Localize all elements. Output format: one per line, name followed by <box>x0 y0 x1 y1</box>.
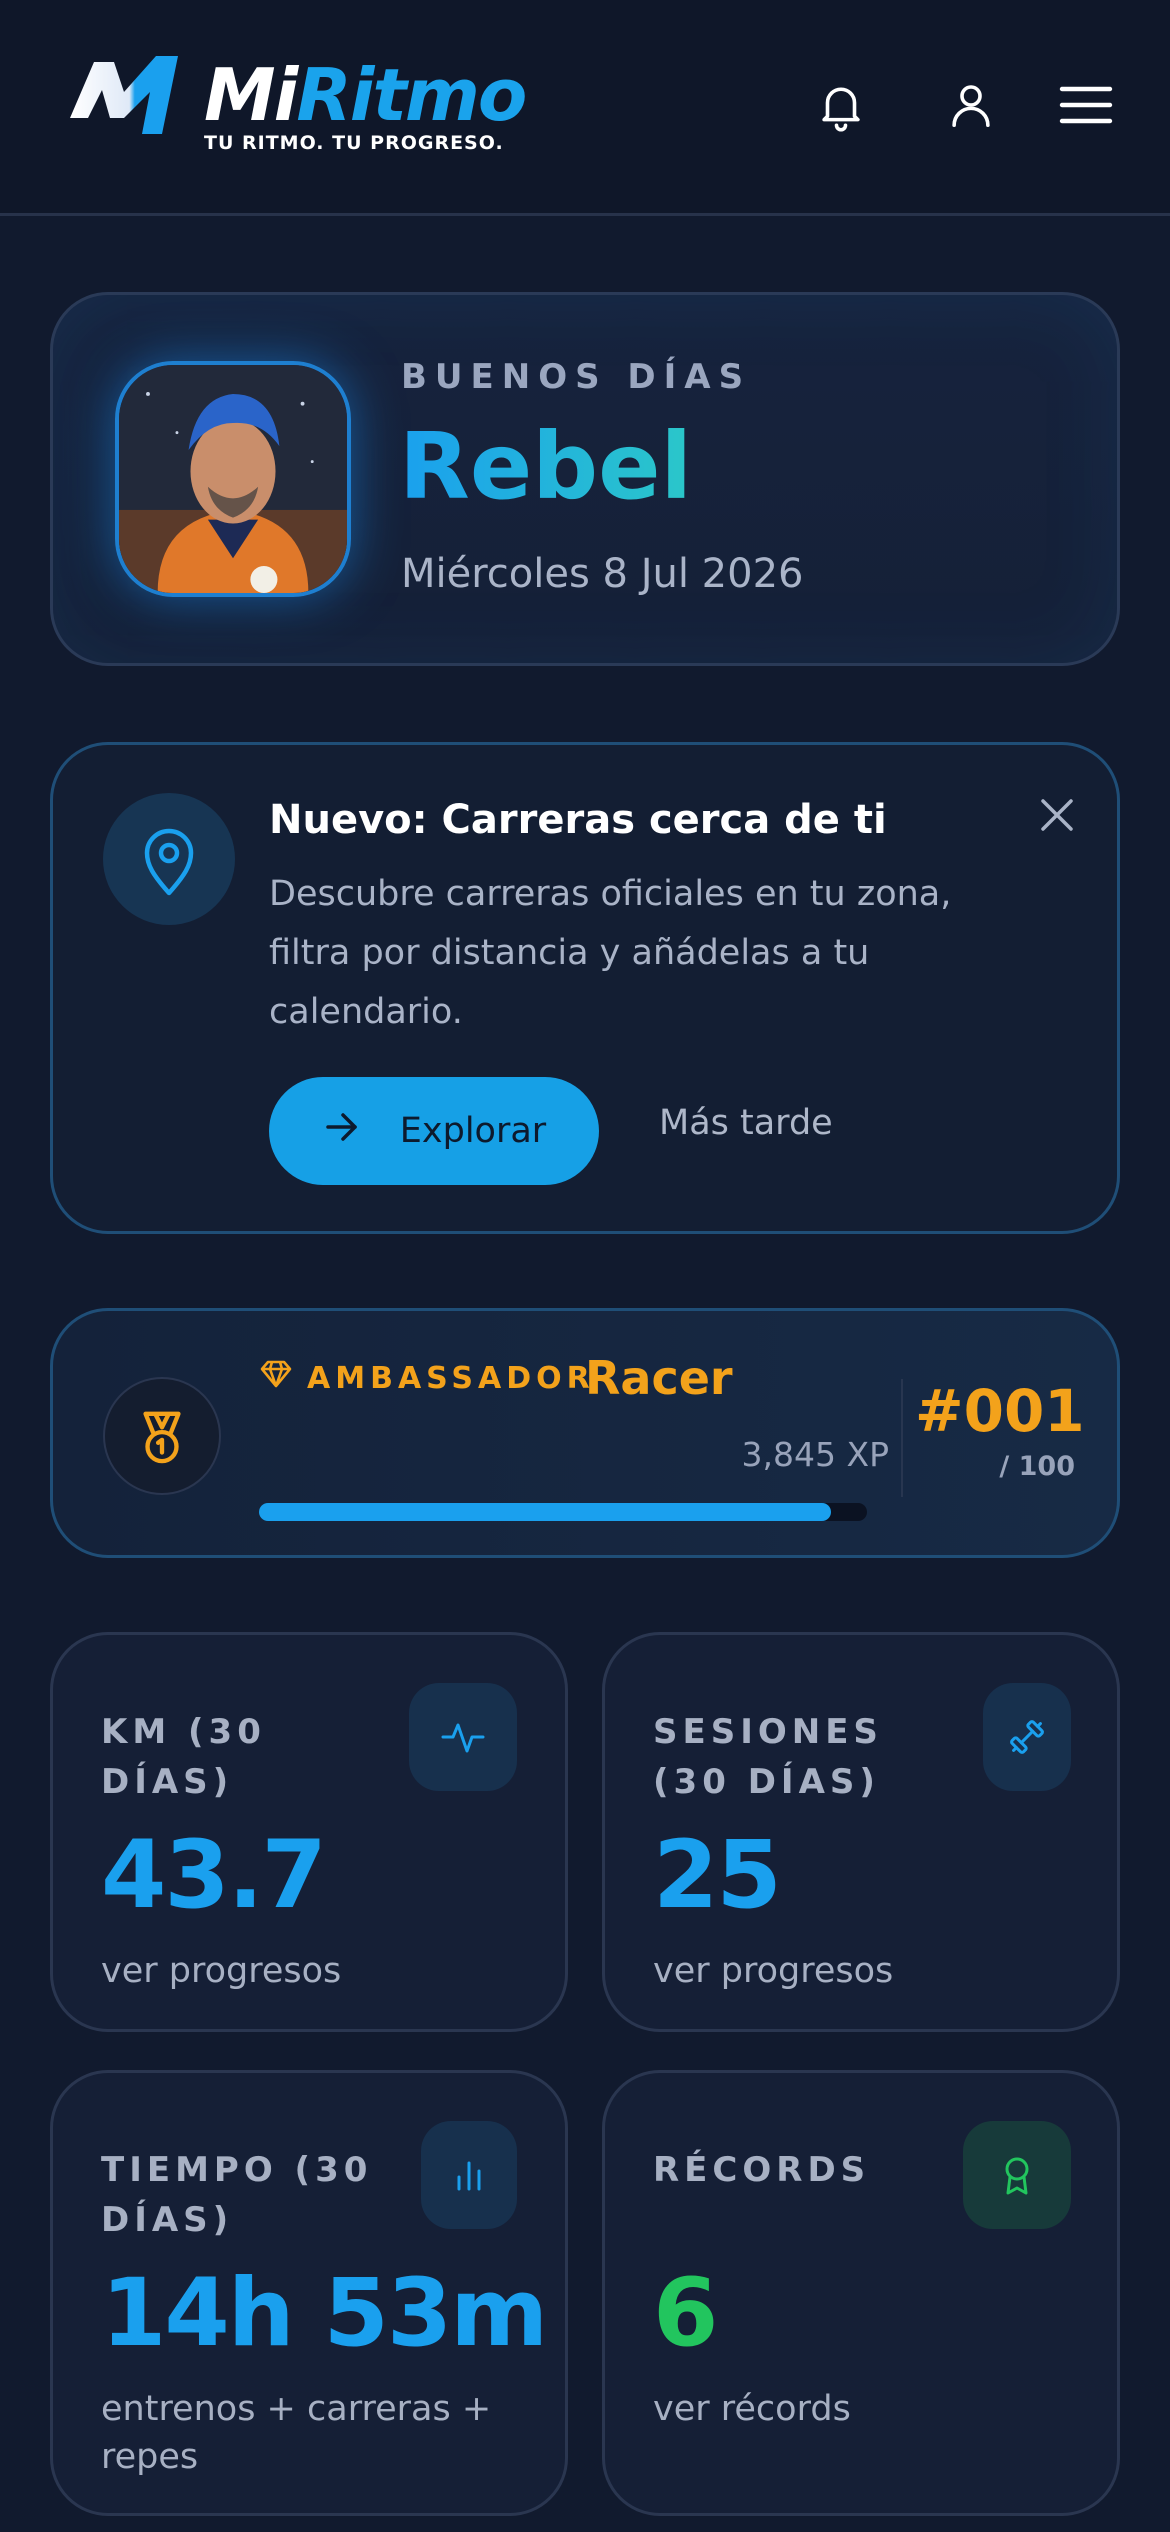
app-header: MiRitmo TU RITMO. TU PROGRESO. <box>0 0 1170 216</box>
menu-icon[interactable] <box>1058 78 1114 132</box>
explore-button[interactable]: Explorar <box>269 1077 599 1185</box>
ambassador-total: / 100 <box>999 1451 1075 1482</box>
greeting-label: BUENOS DÍAS <box>401 357 752 397</box>
close-icon[interactable] <box>1035 793 1079 837</box>
stat-value: 14h 53m <box>101 2259 548 2368</box>
stat-link[interactable]: entrenos + carreras + repes <box>101 2385 521 2481</box>
xp-value: 3,845 XP <box>741 1435 889 1474</box>
explore-button-label: Explorar <box>399 1111 547 1151</box>
logo-accent: Ritmo <box>296 53 527 137</box>
ambassador-card[interactable]: AMBASSADOR Racer 3,845 XP #001 / 100 <box>50 1308 1120 1558</box>
activity-icon <box>409 1683 517 1791</box>
later-button[interactable]: Más tarde <box>659 1103 833 1143</box>
logo-icon[interactable] <box>66 52 184 138</box>
races-promo-card: Nuevo: Carreras cerca de ti Descubre car… <box>50 742 1120 1234</box>
current-date: Miércoles 8 Jul 2026 <box>401 551 804 597</box>
divider <box>901 1379 903 1497</box>
app-tagline: TU RITMO. TU PROGRESO. <box>204 132 504 154</box>
xp-progress-fill <box>259 1503 831 1521</box>
ambassador-label-row: AMBASSADOR <box>259 1359 595 1397</box>
dumbbell-icon <box>983 1683 1071 1791</box>
bar-chart-icon <box>421 2121 517 2229</box>
stat-label: KM (30 DÍAS) <box>101 1712 266 1802</box>
award-icon <box>963 2121 1071 2229</box>
stat-label: SESIONES (30 DÍAS) <box>653 1712 883 1802</box>
stat-link[interactable]: ver progresos <box>653 1947 1073 1995</box>
bell-icon[interactable] <box>814 78 868 132</box>
avatar[interactable] <box>115 361 351 597</box>
stat-link[interactable]: ver récords <box>653 2385 1073 2433</box>
location-pin-icon <box>103 793 235 925</box>
diamond-icon <box>259 1359 293 1397</box>
promo-description: Descubre carreras oficiales en tu zona, … <box>269 874 952 1032</box>
xp-progress-bar <box>259 1503 867 1521</box>
medal-icon <box>103 1377 221 1495</box>
stat-value: 43.7 <box>101 1821 327 1930</box>
ambassador-rank: Racer <box>585 1351 733 1405</box>
logo-primary: Mi <box>204 53 298 137</box>
stat-label: TIEMPO (30 DÍAS) <box>101 2150 373 2240</box>
greeting-card: BUENOS DÍAS Rebel Miércoles 8 Jul 2026 <box>50 292 1120 666</box>
stat-card-km[interactable]: KM (30 DÍAS) 43.7 ver progresos <box>50 1632 568 2032</box>
stat-value: 25 <box>653 1821 782 1930</box>
user-name: Rebel <box>399 413 693 520</box>
app-logo-text: MiRitmo <box>204 52 527 138</box>
user-icon[interactable] <box>944 78 998 132</box>
ambassador-label: AMBASSADOR <box>307 1360 595 1396</box>
stat-card-records[interactable]: RÉCORDS 6 ver récords <box>602 2070 1120 2516</box>
stat-card-sessions[interactable]: SESIONES (30 DÍAS) 25 ver progresos <box>602 1632 1120 2032</box>
stat-label: RÉCORDS <box>653 2150 871 2190</box>
stat-value: 6 <box>653 2259 718 2368</box>
stat-card-time[interactable]: TIEMPO (30 DÍAS) 14h 53m entrenos + carr… <box>50 2070 568 2516</box>
stat-link[interactable]: ver progresos <box>101 1947 521 1995</box>
ambassador-number: #001 <box>915 1377 1085 1445</box>
promo-title: Nuevo: Carreras cerca de ti <box>269 797 887 843</box>
arrow-right-icon <box>322 1107 362 1156</box>
